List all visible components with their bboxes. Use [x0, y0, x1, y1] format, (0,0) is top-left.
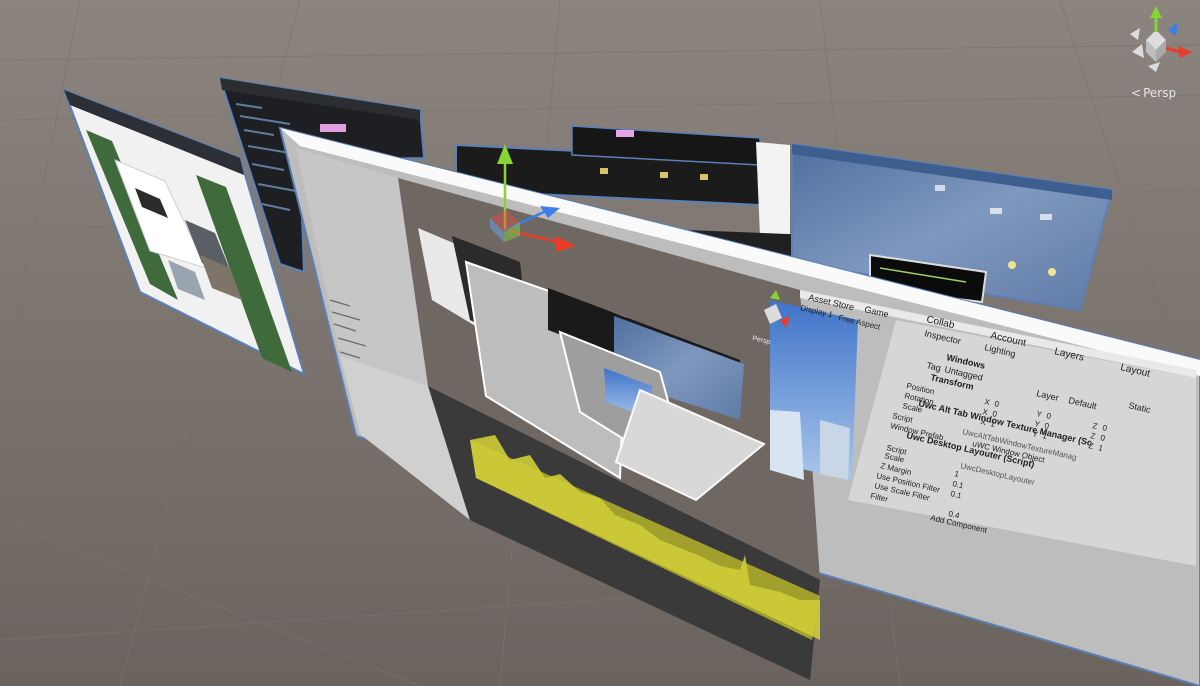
back-arrow-icon: <: [1131, 86, 1142, 100]
unity-scene-view[interactable]: Asset Store Game Display 1 Free Aspect P…: [0, 0, 1200, 686]
view-mode-label[interactable]: < Persp: [1131, 86, 1176, 100]
